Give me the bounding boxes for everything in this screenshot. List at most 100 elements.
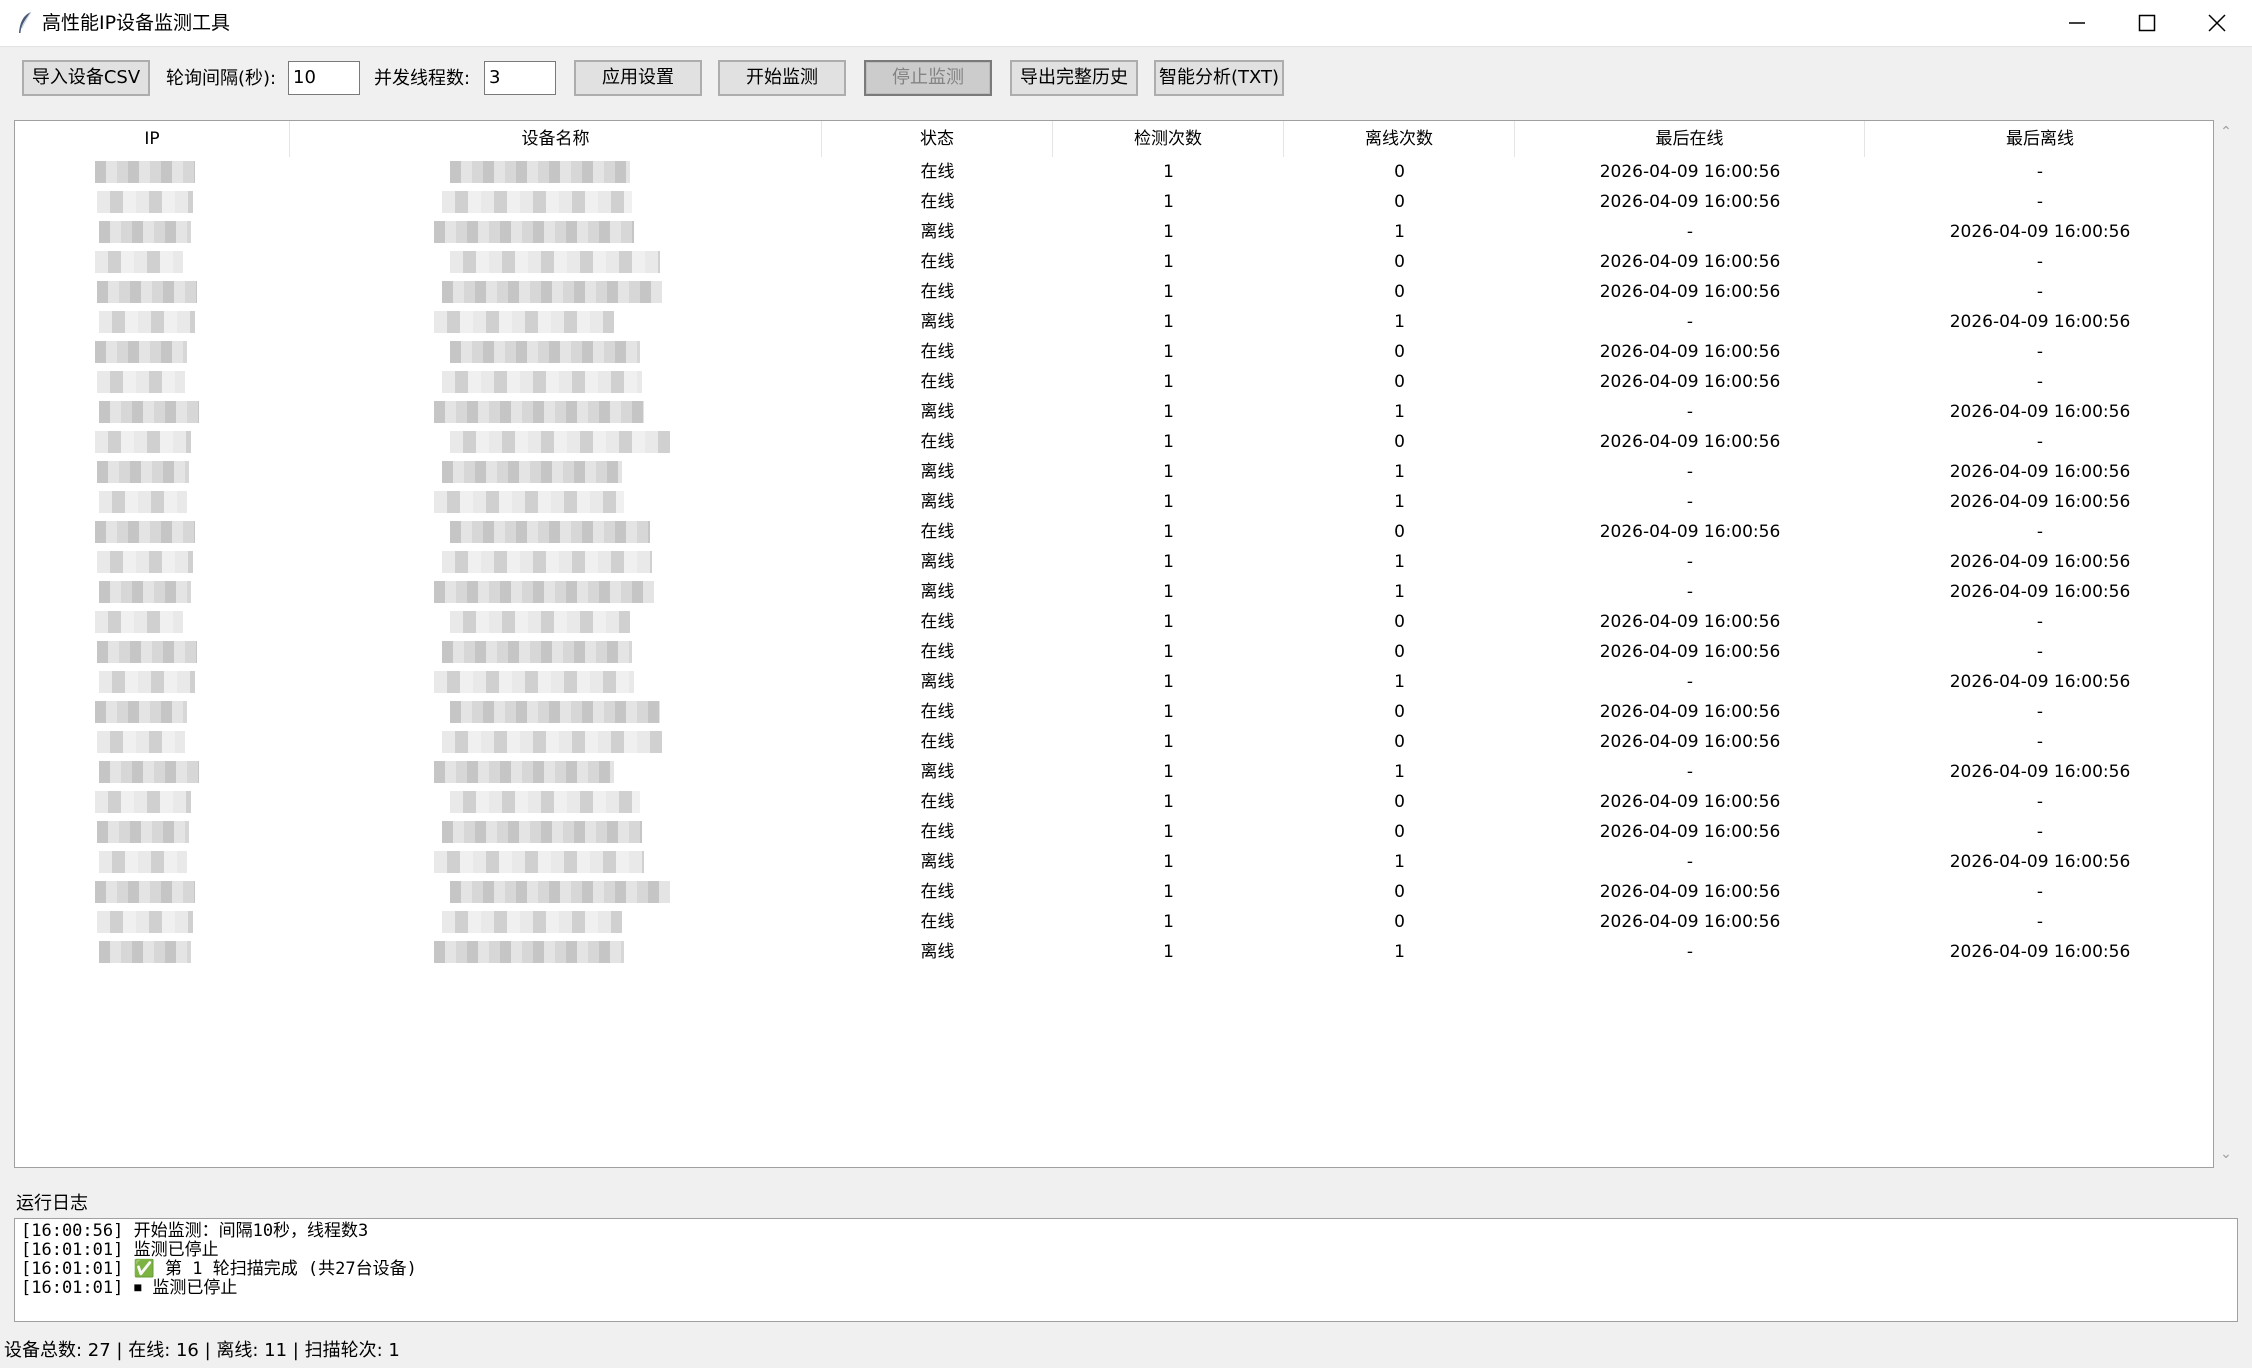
- cell-device-name: [290, 247, 822, 277]
- cell-status: 在线: [920, 702, 955, 722]
- table-row[interactable]: 离线 1 1 - 2026-04-09 16:00:56: [15, 307, 2213, 337]
- device-table[interactable]: IP 设备名称 状态 检测次数 离线次数 最后在线 最后离线 在线 1 0 2026-…: [14, 120, 2214, 1168]
- column-header-status[interactable]: 状态: [822, 121, 1053, 157]
- threads-input[interactable]: 3: [484, 61, 556, 95]
- cell-last-online: 2026-04-09 16:00:56: [1599, 522, 1781, 542]
- window-title: 高性能IP设备监测工具: [42, 12, 231, 34]
- stop-monitor-button[interactable]: 停止监测: [864, 60, 992, 96]
- table-row[interactable]: 在线 1 0 2026-04-09 16:00:56 -: [15, 697, 2213, 727]
- cell-last-online: 2026-04-09 16:00:56: [1599, 372, 1781, 392]
- column-header-check-count[interactable]: 检测次数: [1053, 121, 1284, 157]
- cell-status: 在线: [920, 882, 955, 902]
- table-row[interactable]: 在线 1 0 2026-04-09 16:00:56 -: [15, 787, 2213, 817]
- threads-label: 并发线程数:: [374, 68, 471, 89]
- redacted-ip: [95, 611, 183, 633]
- cell-offline-count: 1: [1394, 552, 1405, 572]
- export-history-button[interactable]: 导出完整历史: [1010, 60, 1138, 96]
- table-row[interactable]: 离线 1 1 - 2026-04-09 16:00:56: [15, 457, 2213, 487]
- title-bar: 高性能IP设备监测工具: [0, 0, 2252, 47]
- cell-device-name: [290, 667, 822, 697]
- cell-ip: [15, 187, 290, 217]
- table-row[interactable]: 在线 1 0 2026-04-09 16:00:56 -: [15, 367, 2213, 397]
- table-row[interactable]: 在线 1 0 2026-04-09 16:00:56 -: [15, 187, 2213, 217]
- cell-check-count: 1: [1163, 582, 1174, 602]
- table-row[interactable]: 在线 1 0 2026-04-09 16:00:56 -: [15, 817, 2213, 847]
- table-row[interactable]: 在线 1 0 2026-04-09 16:00:56 -: [15, 337, 2213, 367]
- start-monitor-button[interactable]: 开始监测: [718, 60, 846, 96]
- cell-check-count: 1: [1163, 642, 1174, 662]
- interval-input[interactable]: 10: [288, 61, 360, 95]
- redacted-ip: [99, 761, 199, 783]
- table-row[interactable]: 离线 1 1 - 2026-04-09 16:00:56: [15, 397, 2213, 427]
- minimize-button[interactable]: [2042, 0, 2112, 46]
- table-row[interactable]: 离线 1 1 - 2026-04-09 16:00:56: [15, 577, 2213, 607]
- column-header-ip[interactable]: IP: [15, 121, 290, 157]
- cell-last-online: -: [1686, 942, 1694, 962]
- column-header-last-offline[interactable]: 最后离线: [1865, 121, 2213, 157]
- table-row[interactable]: 离线 1 1 - 2026-04-09 16:00:56: [15, 937, 2213, 967]
- cell-offline-count: 1: [1394, 462, 1405, 482]
- maximize-button[interactable]: [2112, 0, 2182, 46]
- cell-status: 离线: [920, 552, 955, 572]
- table-row[interactable]: 离线 1 1 - 2026-04-09 16:00:56: [15, 487, 2213, 517]
- table-row[interactable]: 离线 1 1 - 2026-04-09 16:00:56: [15, 547, 2213, 577]
- table-scrollbar[interactable]: ⌃ ⌄: [2214, 120, 2238, 1168]
- cell-check-count: 1: [1163, 372, 1174, 392]
- cell-ip: [15, 847, 290, 877]
- scroll-down-icon[interactable]: ⌄: [2218, 1146, 2234, 1162]
- cell-check-count: 1: [1163, 672, 1174, 692]
- column-header-offline-count[interactable]: 离线次数: [1284, 121, 1515, 157]
- cell-last-offline: -: [2036, 162, 2044, 182]
- cell-device-name: [290, 337, 822, 367]
- cell-offline-count: 0: [1394, 882, 1405, 902]
- table-row[interactable]: 在线 1 0 2026-04-09 16:00:56 -: [15, 157, 2213, 187]
- cell-check-count: 1: [1163, 912, 1174, 932]
- cell-check-count: 1: [1163, 882, 1174, 902]
- column-header-device-name[interactable]: 设备名称: [290, 121, 822, 157]
- log-textbox[interactable]: [16:00:56] 开始监测：间隔10秒，线程数3 [16:01:01] 监测…: [14, 1218, 2238, 1322]
- table-row[interactable]: 离线 1 1 - 2026-04-09 16:00:56: [15, 757, 2213, 787]
- cell-status: 在线: [920, 162, 955, 182]
- toolbar: 导入设备CSV 轮询间隔(秒): 10 并发线程数: 3 应用设置 开始监测 停…: [0, 46, 2252, 112]
- cell-device-name: [290, 697, 822, 727]
- redacted-device-name: [450, 431, 670, 453]
- redacted-device-name: [442, 551, 652, 573]
- close-button[interactable]: [2182, 0, 2252, 46]
- table-row[interactable]: 离线 1 1 - 2026-04-09 16:00:56: [15, 217, 2213, 247]
- cell-last-offline: 2026-04-09 16:00:56: [1949, 402, 2131, 422]
- table-row[interactable]: 在线 1 0 2026-04-09 16:00:56 -: [15, 637, 2213, 667]
- cell-status: 在线: [920, 642, 955, 662]
- redacted-device-name: [434, 941, 624, 963]
- cell-device-name: [290, 487, 822, 517]
- cell-last-offline: 2026-04-09 16:00:56: [1949, 492, 2131, 512]
- cell-last-offline: 2026-04-09 16:00:56: [1949, 852, 2131, 872]
- scroll-up-icon[interactable]: ⌃: [2218, 124, 2234, 140]
- table-row[interactable]: 在线 1 0 2026-04-09 16:00:56 -: [15, 907, 2213, 937]
- table-row[interactable]: 在线 1 0 2026-04-09 16:00:56 -: [15, 607, 2213, 637]
- table-row[interactable]: 在线 1 0 2026-04-09 16:00:56 -: [15, 277, 2213, 307]
- table-row[interactable]: 在线 1 0 2026-04-09 16:00:56 -: [15, 877, 2213, 907]
- cell-last-online: -: [1686, 492, 1694, 512]
- redacted-ip: [97, 731, 185, 753]
- cell-status: 在线: [920, 732, 955, 752]
- redacted-device-name: [434, 221, 634, 243]
- table-row[interactable]: 在线 1 0 2026-04-09 16:00:56 -: [15, 427, 2213, 457]
- import-csv-button[interactable]: 导入设备CSV: [22, 60, 150, 96]
- cell-status: 离线: [920, 852, 955, 872]
- cell-ip: [15, 337, 290, 367]
- cell-status: 离线: [920, 942, 955, 962]
- table-row[interactable]: 在线 1 0 2026-04-09 16:00:56 -: [15, 247, 2213, 277]
- redacted-device-name: [450, 341, 640, 363]
- table-row[interactable]: 离线 1 1 - 2026-04-09 16:00:56: [15, 667, 2213, 697]
- smart-analysis-button[interactable]: 智能分析(TXT): [1154, 60, 1284, 96]
- table-row[interactable]: 在线 1 0 2026-04-09 16:00:56 -: [15, 517, 2213, 547]
- table-row[interactable]: 离线 1 1 - 2026-04-09 16:00:56: [15, 847, 2213, 877]
- cell-device-name: [290, 517, 822, 547]
- cell-offline-count: 1: [1394, 942, 1405, 962]
- column-header-last-online[interactable]: 最后在线: [1515, 121, 1865, 157]
- cell-status: 离线: [920, 582, 955, 602]
- table-row[interactable]: 在线 1 0 2026-04-09 16:00:56 -: [15, 727, 2213, 757]
- cell-ip: [15, 517, 290, 547]
- apply-settings-button[interactable]: 应用设置: [574, 60, 702, 96]
- redacted-device-name: [450, 881, 670, 903]
